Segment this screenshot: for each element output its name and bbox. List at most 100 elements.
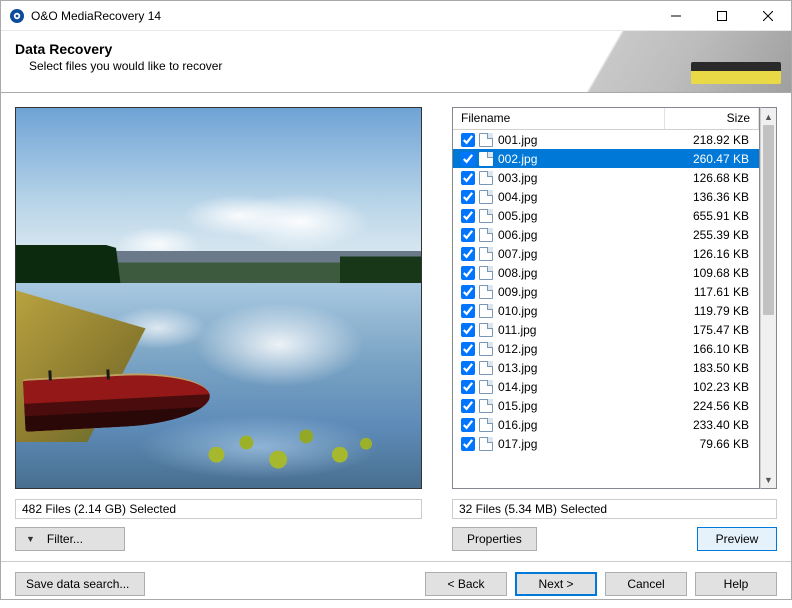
file-size: 119.79 KB bbox=[666, 304, 755, 318]
file-name: 001.jpg bbox=[498, 133, 666, 147]
scroll-down-icon[interactable]: ▼ bbox=[761, 471, 776, 488]
table-row[interactable]: 009.jpg117.61 KB bbox=[453, 282, 759, 301]
minimize-button[interactable] bbox=[653, 1, 699, 30]
row-checkbox[interactable] bbox=[461, 380, 475, 394]
file-size: 655.91 KB bbox=[666, 209, 755, 223]
file-icon bbox=[479, 304, 493, 318]
file-icon bbox=[479, 361, 493, 375]
table-row[interactable]: 004.jpg136.36 KB bbox=[453, 187, 759, 206]
file-icon bbox=[479, 190, 493, 204]
file-name: 015.jpg bbox=[498, 399, 666, 413]
cancel-button[interactable]: Cancel bbox=[605, 572, 687, 596]
filter-button-label: Filter... bbox=[47, 532, 83, 546]
table-row[interactable]: 014.jpg102.23 KB bbox=[453, 377, 759, 396]
header-decoration bbox=[511, 31, 791, 92]
back-button[interactable]: < Back bbox=[425, 572, 507, 596]
toolbar-row: ▼ Filter... Properties Preview bbox=[1, 523, 791, 562]
file-size: 233.40 KB bbox=[666, 418, 755, 432]
table-row[interactable]: 010.jpg119.79 KB bbox=[453, 301, 759, 320]
table-row[interactable]: 006.jpg255.39 KB bbox=[453, 225, 759, 244]
file-size: 79.66 KB bbox=[666, 437, 755, 451]
next-button-label: Next > bbox=[538, 577, 573, 591]
table-row[interactable]: 017.jpg79.66 KB bbox=[453, 434, 759, 453]
preview-button[interactable]: Preview bbox=[697, 527, 777, 551]
table-row[interactable]: 012.jpg166.10 KB bbox=[453, 339, 759, 358]
table-row[interactable]: 013.jpg183.50 KB bbox=[453, 358, 759, 377]
row-checkbox[interactable] bbox=[461, 323, 475, 337]
row-checkbox[interactable] bbox=[461, 418, 475, 432]
scroll-up-icon[interactable]: ▲ bbox=[761, 108, 776, 125]
row-checkbox[interactable] bbox=[461, 266, 475, 280]
column-header-size[interactable]: Size bbox=[665, 108, 759, 129]
row-checkbox[interactable] bbox=[461, 437, 475, 451]
row-checkbox[interactable] bbox=[461, 399, 475, 413]
table-row[interactable]: 005.jpg655.91 KB bbox=[453, 206, 759, 225]
content-area: Filename Size 001.jpg218.92 KB002.jpg260… bbox=[1, 93, 791, 497]
table-row[interactable]: 016.jpg233.40 KB bbox=[453, 415, 759, 434]
column-header-filename[interactable]: Filename bbox=[453, 108, 665, 129]
chevron-down-icon: ▼ bbox=[26, 534, 35, 544]
table-row[interactable]: 001.jpg218.92 KB bbox=[453, 130, 759, 149]
preview-pane bbox=[15, 107, 422, 489]
table-row[interactable]: 011.jpg175.47 KB bbox=[453, 320, 759, 339]
file-icon bbox=[479, 266, 493, 280]
page-subtitle: Select files you would like to recover bbox=[29, 59, 222, 73]
close-button[interactable] bbox=[745, 1, 791, 30]
file-icon bbox=[479, 418, 493, 432]
table-row[interactable]: 002.jpg260.47 KB bbox=[453, 149, 759, 168]
file-name: 008.jpg bbox=[498, 266, 666, 280]
page-title: Data Recovery bbox=[15, 41, 222, 57]
file-size: 166.10 KB bbox=[666, 342, 755, 356]
back-button-label: < Back bbox=[447, 577, 484, 591]
row-checkbox[interactable] bbox=[461, 209, 475, 223]
file-size: 126.68 KB bbox=[666, 171, 755, 185]
save-search-button[interactable]: Save data search... bbox=[15, 572, 145, 596]
wizard-footer: Save data search... < Back Next > Cancel… bbox=[1, 562, 791, 608]
preview-button-label: Preview bbox=[716, 532, 759, 546]
file-list-scrollbar[interactable]: ▲ ▼ bbox=[760, 107, 777, 489]
stats-row: 482 Files (2.14 GB) Selected 32 Files (5… bbox=[1, 497, 791, 523]
file-list[interactable]: Filename Size 001.jpg218.92 KB002.jpg260… bbox=[452, 107, 760, 489]
row-checkbox[interactable] bbox=[461, 342, 475, 356]
maximize-button[interactable] bbox=[699, 1, 745, 30]
filter-button[interactable]: ▼ Filter... bbox=[15, 527, 125, 551]
properties-button[interactable]: Properties bbox=[452, 527, 537, 551]
file-name: 016.jpg bbox=[498, 418, 666, 432]
file-icon bbox=[479, 437, 493, 451]
scroll-thumb[interactable] bbox=[763, 125, 774, 315]
help-button-label: Help bbox=[724, 577, 749, 591]
table-row[interactable]: 003.jpg126.68 KB bbox=[453, 168, 759, 187]
file-icon bbox=[479, 247, 493, 261]
row-checkbox[interactable] bbox=[461, 190, 475, 204]
row-checkbox[interactable] bbox=[461, 152, 475, 166]
file-name: 007.jpg bbox=[498, 247, 666, 261]
row-checkbox[interactable] bbox=[461, 228, 475, 242]
file-name: 009.jpg bbox=[498, 285, 666, 299]
file-list-pane: Filename Size 001.jpg218.92 KB002.jpg260… bbox=[452, 107, 777, 489]
file-size: 255.39 KB bbox=[666, 228, 755, 242]
row-checkbox[interactable] bbox=[461, 171, 475, 185]
file-list-header[interactable]: Filename Size bbox=[453, 108, 759, 130]
wizard-header: Data Recovery Select files you would lik… bbox=[1, 31, 791, 93]
row-checkbox[interactable] bbox=[461, 361, 475, 375]
file-list-body[interactable]: 001.jpg218.92 KB002.jpg260.47 KB003.jpg1… bbox=[453, 130, 759, 488]
help-button[interactable]: Help bbox=[695, 572, 777, 596]
window-title: O&O MediaRecovery 14 bbox=[31, 9, 653, 23]
preview-image bbox=[15, 107, 422, 489]
file-name: 011.jpg bbox=[498, 323, 666, 337]
file-size: 102.23 KB bbox=[666, 380, 755, 394]
next-button[interactable]: Next > bbox=[515, 572, 597, 596]
file-size: 224.56 KB bbox=[666, 399, 755, 413]
table-row[interactable]: 007.jpg126.16 KB bbox=[453, 244, 759, 263]
row-checkbox[interactable] bbox=[461, 133, 475, 147]
file-name: 004.jpg bbox=[498, 190, 666, 204]
file-icon bbox=[479, 285, 493, 299]
row-checkbox[interactable] bbox=[461, 304, 475, 318]
row-checkbox[interactable] bbox=[461, 285, 475, 299]
file-size: 218.92 KB bbox=[666, 133, 755, 147]
row-checkbox[interactable] bbox=[461, 247, 475, 261]
file-icon bbox=[479, 399, 493, 413]
table-row[interactable]: 015.jpg224.56 KB bbox=[453, 396, 759, 415]
file-size: 117.61 KB bbox=[666, 285, 755, 299]
table-row[interactable]: 008.jpg109.68 KB bbox=[453, 263, 759, 282]
